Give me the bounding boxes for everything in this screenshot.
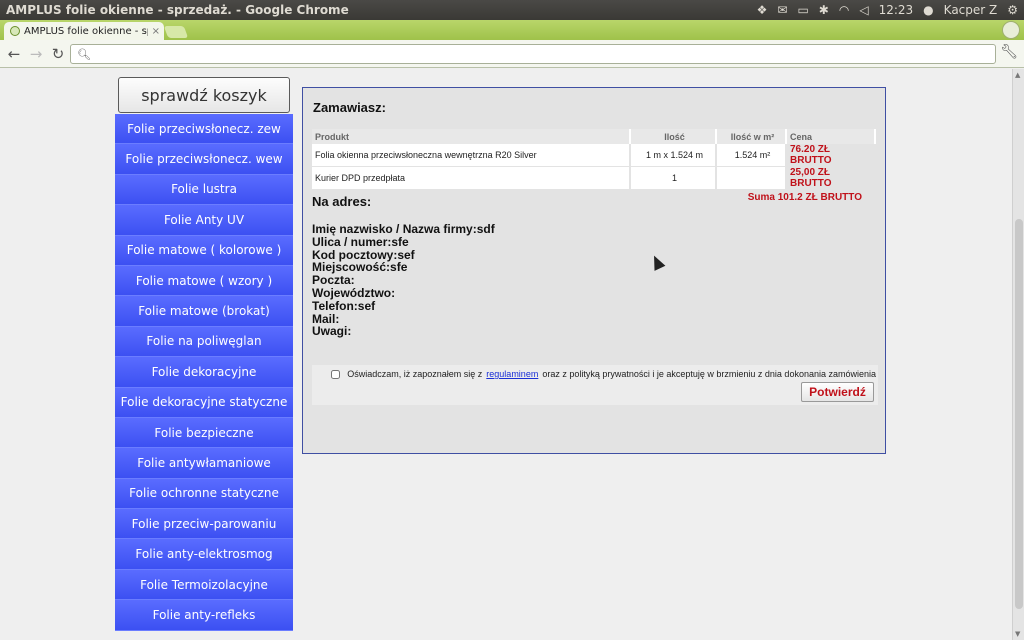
wrench-menu-icon[interactable]: 🔧︎: [1000, 44, 1018, 60]
gear-icon[interactable]: ⚙: [1007, 3, 1018, 17]
new-tab-button[interactable]: [163, 26, 189, 38]
address-line: Województwo:: [312, 285, 396, 300]
cell-price: 76.20 ZŁ BRUTTO: [786, 144, 876, 167]
tab-strip: AMPLUS folie okienne - sp ×: [0, 20, 1024, 40]
sidebar-item[interactable]: Folie przeciwsłonecz. wew: [115, 144, 293, 175]
terms-text-before: Oświadczam, iż zapoznałem się z: [347, 369, 483, 379]
user-name[interactable]: Kacper Z: [944, 3, 998, 17]
dropbox-icon[interactable]: ❖: [757, 3, 768, 17]
profile-avatar[interactable]: [1002, 21, 1020, 39]
cell-qty-m2: 1.524 m²: [716, 144, 787, 167]
col-qty-m2: Ilość w m²: [716, 129, 787, 144]
scroll-down-icon[interactable]: ▼: [1015, 630, 1020, 638]
check-cart-button[interactable]: sprawdź koszyk: [118, 77, 290, 113]
forward-arrow-icon[interactable]: →: [25, 43, 47, 65]
terms-agreement: Oświadczam, iż zapoznałem się z regulami…: [331, 369, 876, 379]
bluetooth-icon[interactable]: ✱: [819, 3, 829, 17]
table-header-row: Produkt Ilość Ilość w m² Cena: [312, 129, 876, 144]
sidebar-item[interactable]: Folie matowe (brokat): [115, 296, 293, 327]
wifi-icon[interactable]: ◠: [839, 3, 849, 17]
user-icon: ●: [923, 3, 934, 17]
confirm-section: Oświadczam, iż zapoznałem się z regulami…: [312, 365, 878, 405]
cell-product: Kurier DPD przedpłata: [312, 166, 631, 190]
browser-toolbar: ← → ↻ 🔍︎ 🔧︎: [0, 40, 1024, 68]
col-price: Cena: [786, 129, 876, 144]
tab-title: AMPLUS folie okienne - sp: [24, 25, 148, 37]
table-row: Kurier DPD przedpłata 1 25,00 ZŁ BRUTTO: [312, 166, 876, 190]
url-input[interactable]: [94, 47, 995, 61]
table-row: Folia okienna przeciwsłoneczna wewnętrzn…: [312, 144, 876, 167]
order-title: Zamawiasz:: [313, 100, 386, 115]
sidebar-item[interactable]: Folie Termoizolacyjne: [115, 569, 293, 601]
terms-link[interactable]: regulaminem: [486, 369, 538, 379]
cell-qty: 1 m x 1.524 m: [630, 144, 717, 167]
system-tray: ❖ ✉ ▭ ✱ ◠ ◁ 12:23 ● Kacper Z ⚙: [757, 3, 1024, 17]
close-icon[interactable]: ×: [152, 26, 164, 37]
favicon-icon: [10, 26, 20, 36]
window-title: AMPLUS folie okienne - sprzedaż. - Googl…: [6, 3, 349, 17]
address-details: Imię nazwisko / Nazwa firmy:sdf Ulica / n…: [312, 223, 495, 338]
address-line: Ulica / numer:sfe: [312, 234, 409, 249]
clock[interactable]: 12:23: [879, 3, 914, 17]
cell-qty-m2: [716, 166, 787, 190]
sidebar-item[interactable]: Folie na poliwęglan: [115, 326, 293, 358]
sidebar-item[interactable]: Folie lustra: [115, 174, 293, 206]
battery-icon[interactable]: ▭: [797, 3, 808, 17]
sidebar-item[interactable]: Folie antywłamaniowe: [115, 448, 293, 479]
browser-tab[interactable]: AMPLUS folie okienne - sp ×: [4, 22, 164, 40]
mail-icon[interactable]: ✉: [777, 3, 787, 17]
back-arrow-icon[interactable]: ←: [3, 43, 25, 65]
sidebar-item[interactable]: Folie matowe ( kolorowe ): [115, 235, 293, 266]
scrollbar-thumb[interactable]: [1015, 219, 1023, 609]
address-bar[interactable]: 🔍︎: [70, 44, 996, 64]
volume-icon[interactable]: ◁: [859, 3, 868, 17]
address-line: Uwagi:: [312, 324, 352, 339]
sidebar-item[interactable]: Folie bezpieczne: [115, 417, 293, 449]
sidebar-item[interactable]: Folie Anty UV: [115, 205, 293, 236]
address-line: Telefon:sef: [312, 298, 376, 313]
search-icon: 🔍︎: [77, 47, 91, 61]
sum-row: Suma 101.2 ZŁ BRUTTO: [312, 189, 876, 205]
address-title: Na adres:: [312, 194, 372, 209]
cell-price: 25,00 ZŁ BRUTTO: [786, 166, 876, 190]
order-summary-panel: Zamawiasz: Produkt Ilość Ilość w m² Cena…: [302, 87, 886, 454]
sidebar-item[interactable]: Folie dekoracyjne: [115, 357, 293, 388]
os-top-panel: AMPLUS folie okienne - sprzedaż. - Googl…: [0, 0, 1024, 20]
col-product: Produkt: [312, 129, 631, 144]
sidebar-item[interactable]: Folie anty-refleks: [115, 600, 293, 631]
confirm-button[interactable]: Potwierdź: [801, 382, 874, 402]
terms-checkbox[interactable]: [331, 369, 341, 379]
page-viewport: sprawdź koszyk Folie przeciwsłonecz. zew…: [0, 69, 1012, 640]
address-line: Imię nazwisko / Nazwa firmy:sdf: [312, 222, 495, 236]
col-qty: Ilość: [630, 129, 717, 144]
sidebar-item[interactable]: Folie przeciwsłonecz. zew: [115, 114, 293, 145]
reload-icon[interactable]: ↻: [47, 43, 69, 65]
order-table: Produkt Ilość Ilość w m² Cena Folia okie…: [312, 129, 876, 205]
cell-product: Folia okienna przeciwsłoneczna wewnętrzn…: [312, 144, 631, 167]
page-scrollbar[interactable]: ▲ ▼: [1012, 69, 1024, 640]
sidebar-item[interactable]: Folie przeciw-parowaniu: [115, 509, 293, 540]
category-sidebar: Folie przeciwsłonecz. zew Folie przeciwsł…: [115, 114, 293, 631]
scroll-up-icon[interactable]: ▲: [1015, 71, 1020, 79]
order-sum: Suma 101.2 ZŁ BRUTTO: [312, 189, 876, 205]
sidebar-item[interactable]: Folie dekoracyjne statyczne: [115, 387, 293, 418]
sidebar-item[interactable]: Folie ochronne statyczne: [115, 478, 293, 510]
terms-text-after: oraz z polityką prywatności i je akceptu…: [542, 369, 876, 379]
cell-qty: 1: [630, 166, 717, 190]
sidebar-item[interactable]: Folie matowe ( wzory ): [115, 265, 293, 297]
sidebar-item[interactable]: Folie anty-elektrosmog: [115, 539, 293, 570]
